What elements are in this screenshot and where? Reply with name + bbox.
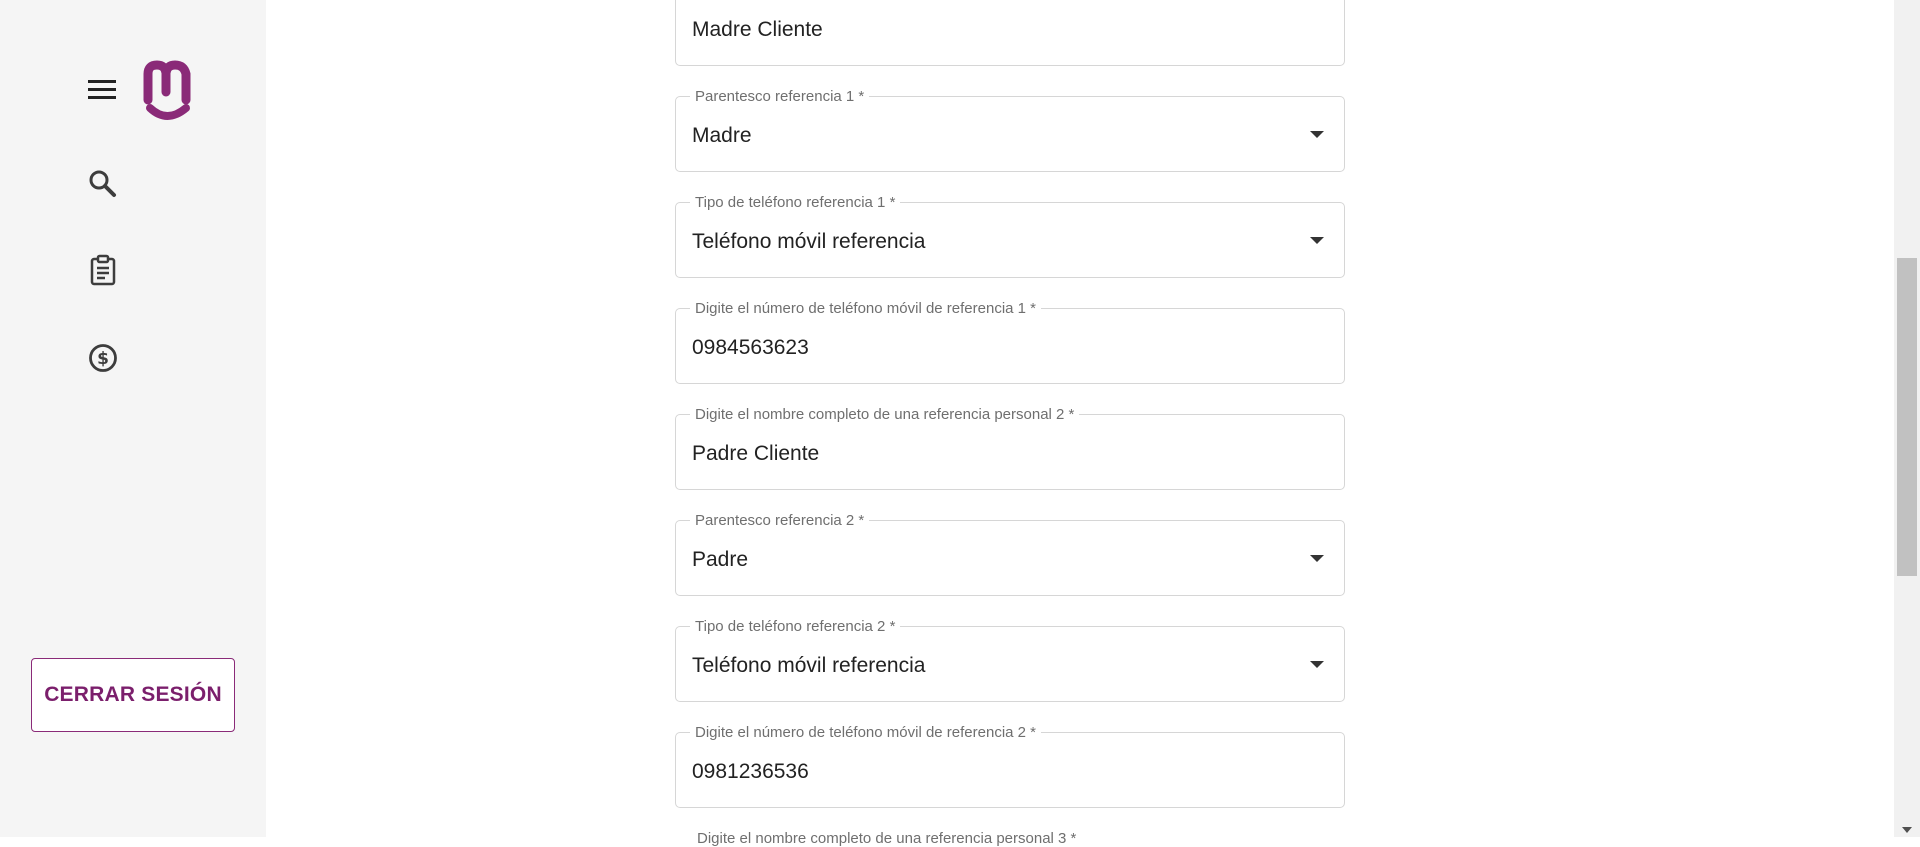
clipboard-icon[interactable] (86, 253, 120, 287)
field-label: Parentesco referencia 2 * (690, 512, 870, 530)
svg-text:$: $ (97, 349, 109, 369)
m-smile-logo (142, 60, 198, 122)
field-label: Digite el nombre completo de una referen… (690, 406, 1080, 424)
field-label: Digite el número de teléfono móvil de re… (690, 724, 1042, 742)
scrollbar-thumb[interactable] (1897, 258, 1917, 576)
field-label: Tipo de teléfono referencia 2 * (690, 618, 901, 636)
logout-button[interactable]: CERRAR SESIÓN (31, 658, 235, 732)
form-area: Madre Cliente Parentesco referencia 1 * Ma… (266, 0, 1894, 847)
field-value[interactable]: Padre (692, 548, 748, 572)
field-value[interactable]: Madre Cliente (692, 18, 823, 42)
dropdown-arrow-icon[interactable] (1310, 131, 1324, 138)
field-label: Digite el número de teléfono móvil de re… (690, 300, 1042, 318)
dropdown-arrow-icon[interactable] (1310, 661, 1324, 668)
cut-off-field-label: Digite el nombre completo de una referen… (697, 830, 1077, 847)
search-icon[interactable] (86, 167, 120, 201)
select-field[interactable]: Parentesco referencia 1 * Madre (675, 88, 1345, 172)
text-field[interactable]: Digite el número de teléfono móvil de re… (675, 724, 1345, 808)
dollar-circle-icon[interactable]: $ (86, 341, 120, 375)
field-value[interactable]: Teléfono móvil referencia (692, 654, 925, 678)
text-field[interactable]: Madre Cliente (675, 0, 1345, 66)
field-value[interactable]: Madre (692, 124, 752, 148)
field-value[interactable]: 0981236536 (692, 760, 809, 784)
field-value[interactable]: 0984563623 (692, 336, 809, 360)
field-label: Parentesco referencia 1 * (690, 88, 870, 106)
dropdown-arrow-icon[interactable] (1310, 555, 1324, 562)
select-field[interactable]: Tipo de teléfono referencia 1 * Teléfono … (675, 194, 1345, 278)
scroll-down-arrow-icon[interactable] (1902, 827, 1912, 833)
dropdown-arrow-icon[interactable] (1310, 237, 1324, 244)
select-field[interactable]: Tipo de teléfono referencia 2 * Teléfono … (675, 618, 1345, 702)
text-field[interactable]: Digite el número de teléfono móvil de re… (675, 300, 1345, 384)
text-field[interactable]: Digite el nombre completo de una referen… (675, 406, 1345, 490)
select-field[interactable]: Parentesco referencia 2 * Padre (675, 512, 1345, 596)
scrollbar[interactable] (1894, 0, 1920, 837)
field-value[interactable]: Padre Cliente (692, 442, 819, 466)
field-value[interactable]: Teléfono móvil referencia (692, 230, 925, 254)
hamburger-menu-icon[interactable] (86, 76, 118, 102)
sidebar: $ CERRAR SESIÓN (0, 0, 266, 837)
field-label: Tipo de teléfono referencia 1 * (690, 194, 901, 212)
